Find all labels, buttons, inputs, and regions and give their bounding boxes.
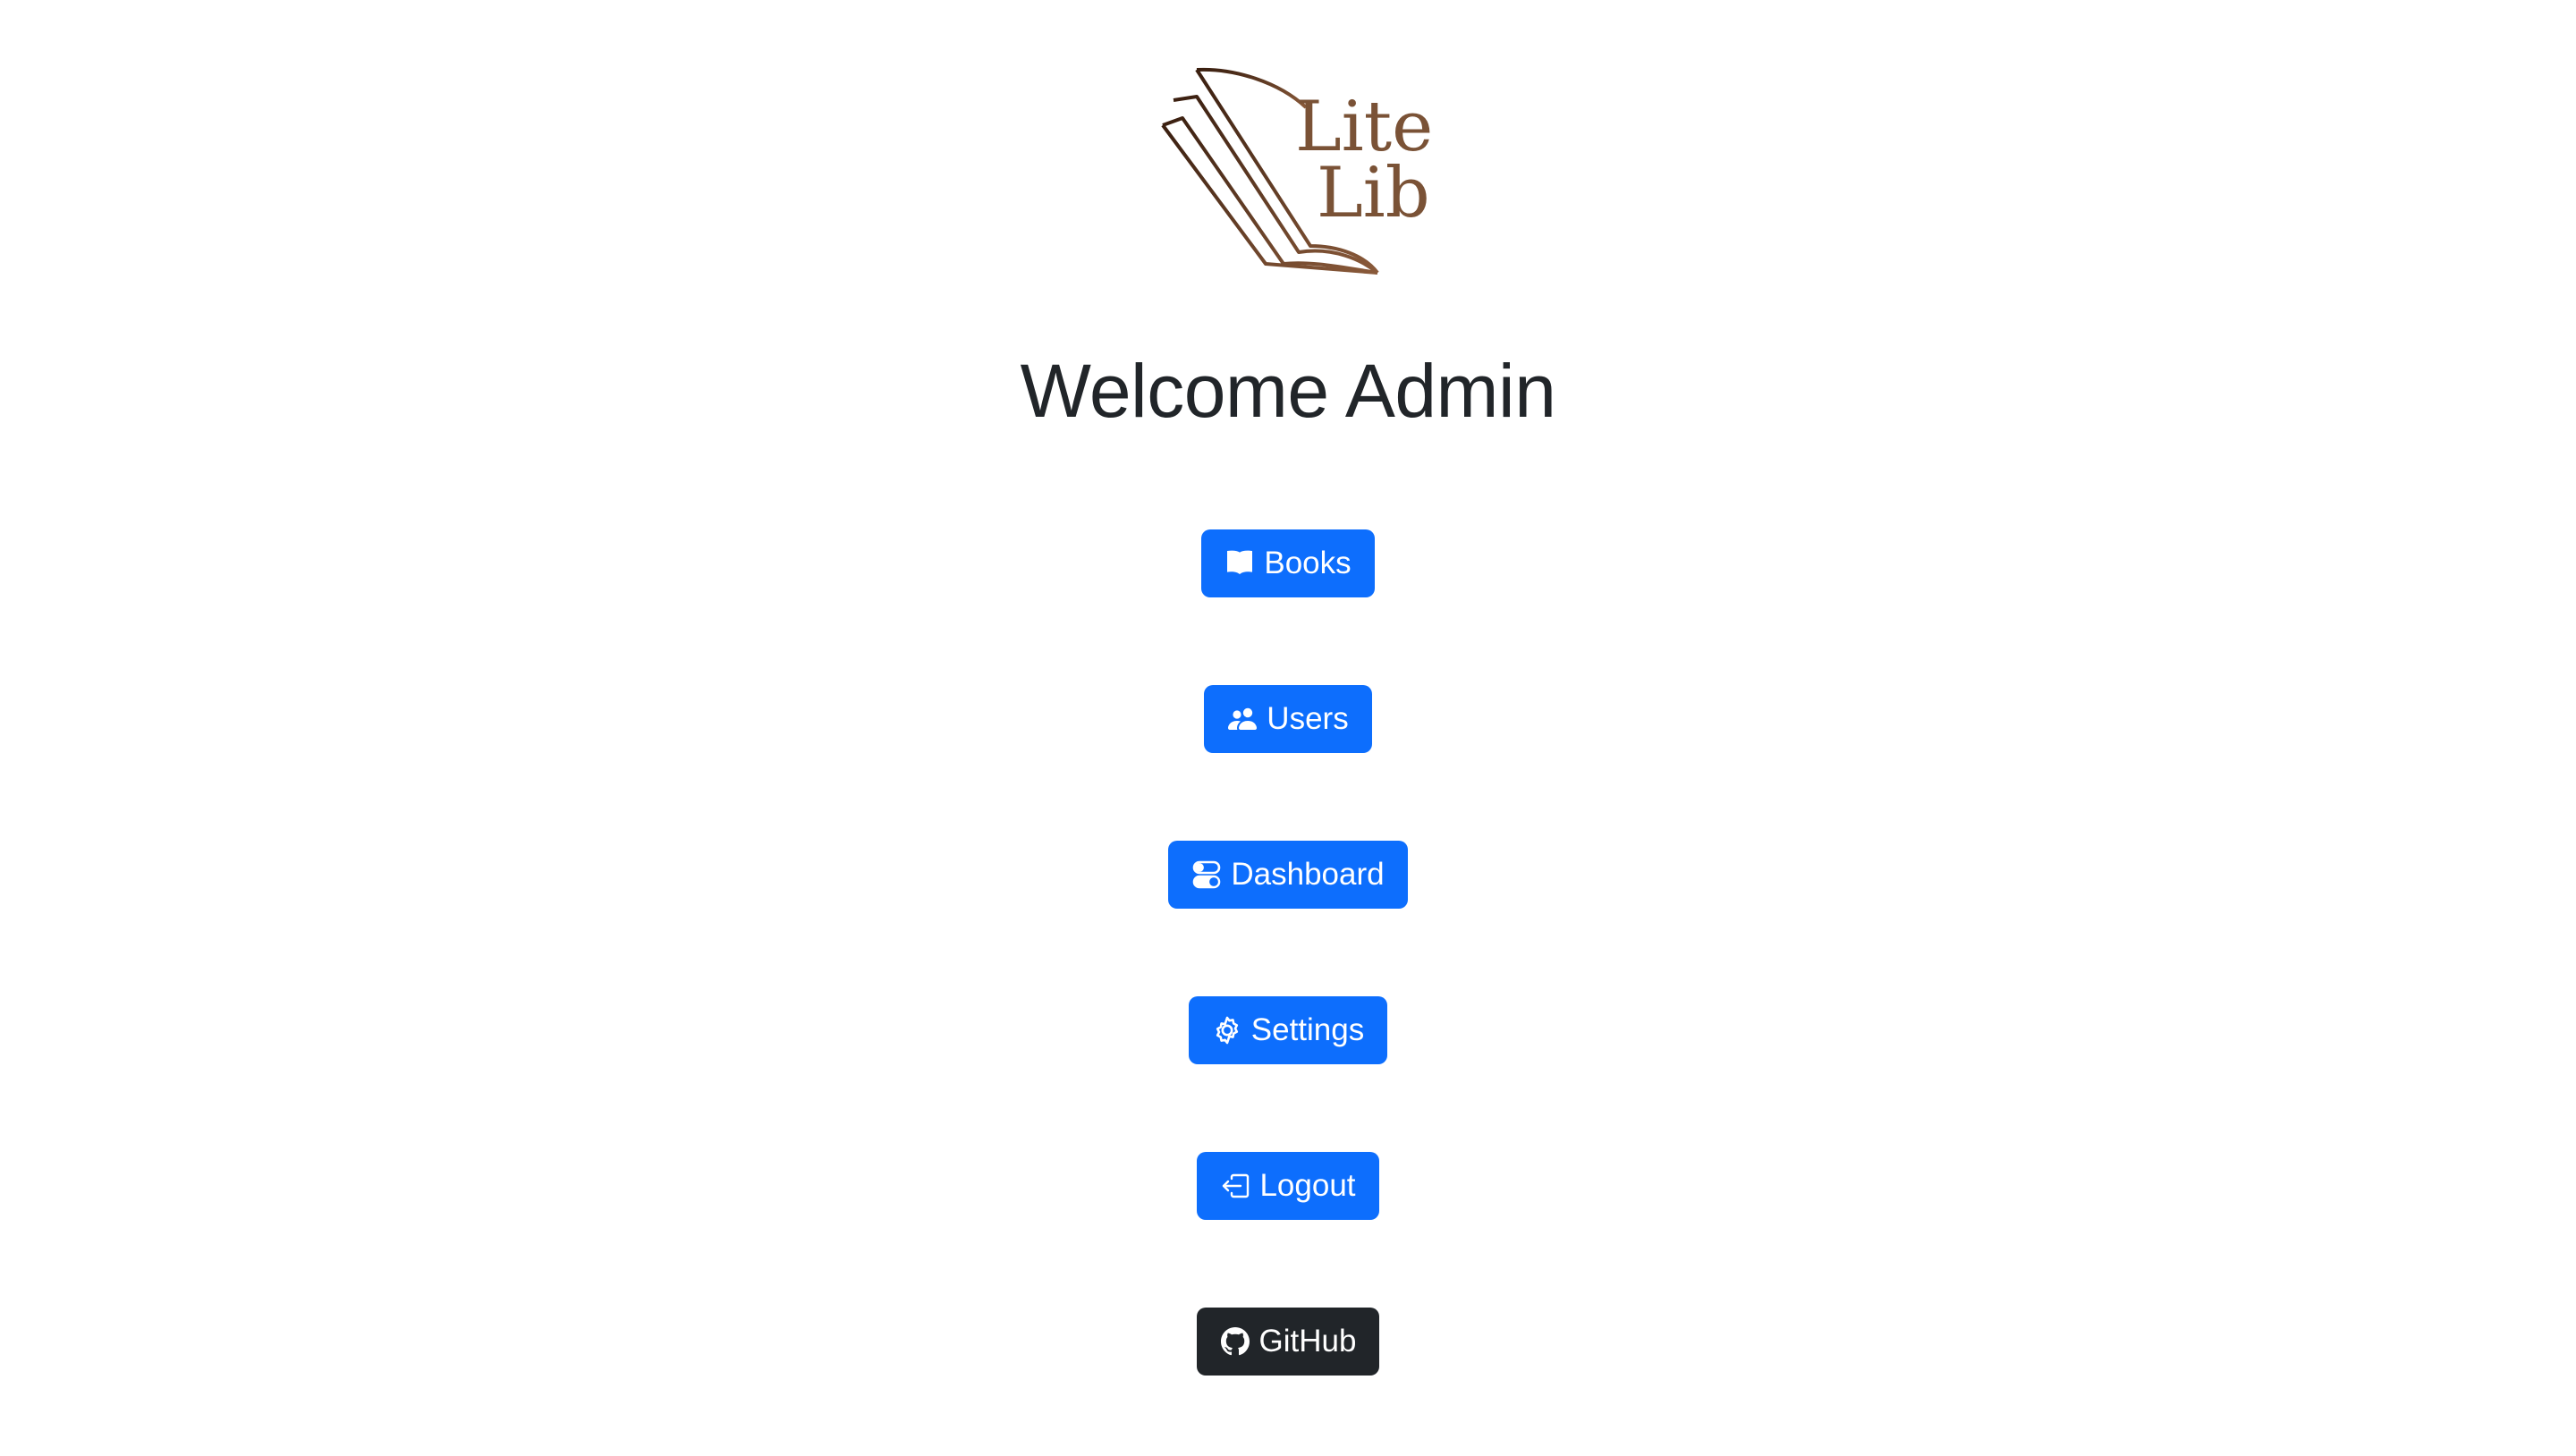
logout-button[interactable]: Logout	[1197, 1152, 1379, 1220]
book-icon	[1224, 548, 1255, 579]
box-arrow-left-icon	[1220, 1171, 1250, 1201]
dashboard-button-label: Dashboard	[1231, 857, 1385, 892]
users-button-label: Users	[1267, 701, 1349, 736]
settings-button-label: Settings	[1250, 1012, 1365, 1047]
github-button-label: GitHub	[1258, 1324, 1357, 1359]
admin-menu: Books Users Dashboard Settings Logout Gi…	[0, 529, 2576, 1376]
page-title: Welcome Admin	[1020, 349, 1556, 433]
settings-button[interactable]: Settings	[1188, 996, 1388, 1064]
page: Lite Lib Welcome Admin Books Users Dashb…	[0, 0, 2576, 1456]
people-icon	[1227, 704, 1258, 734]
github-icon	[1220, 1326, 1250, 1357]
books-button-label: Books	[1264, 546, 1352, 580]
users-button[interactable]: Users	[1204, 685, 1372, 753]
dashboard-button[interactable]: Dashboard	[1168, 841, 1408, 909]
logout-button-label: Logout	[1259, 1168, 1356, 1203]
book-pages-logo-icon: Lite Lib	[1161, 67, 1433, 275]
toggles-icon	[1191, 859, 1222, 890]
logo-text-lib: Lib	[1317, 153, 1430, 233]
litelib-logo: Lite Lib	[1154, 63, 1449, 286]
books-button[interactable]: Books	[1201, 529, 1375, 597]
gear-icon	[1212, 1015, 1242, 1045]
github-button[interactable]: GitHub	[1196, 1308, 1380, 1376]
